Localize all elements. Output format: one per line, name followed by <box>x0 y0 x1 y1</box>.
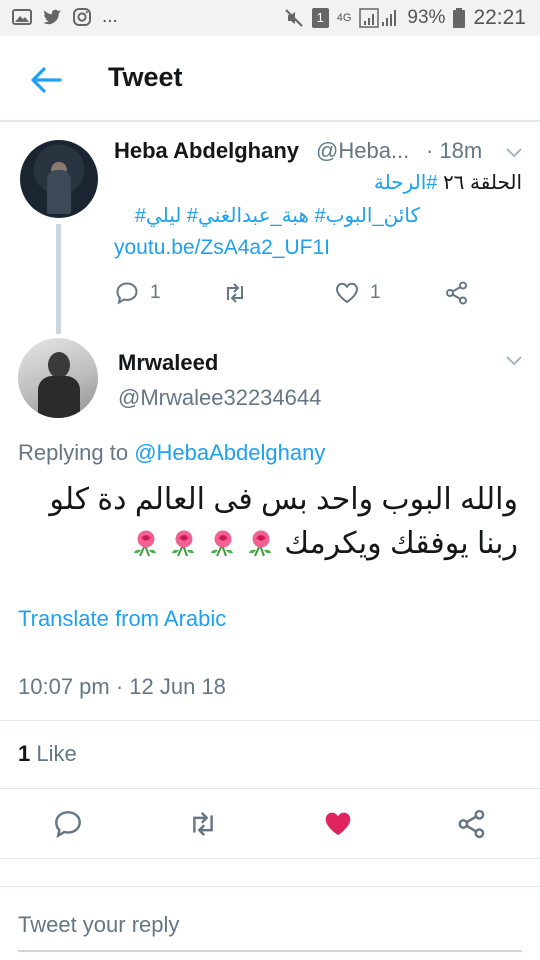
likes-label: Like <box>36 741 77 766</box>
replying-prefix: Replying to <box>18 440 129 465</box>
divider <box>0 788 540 789</box>
divider <box>0 720 540 721</box>
likes-summary[interactable]: 1 Like <box>18 741 77 767</box>
author-handle[interactable]: @Heba... <box>316 138 409 164</box>
share-icon <box>446 281 467 305</box>
likes-count: 1 <box>18 741 31 766</box>
like-count: 1 <box>370 282 381 303</box>
heart-outline-icon <box>335 282 359 304</box>
instagram-icon <box>73 8 91 26</box>
tweet-text-line: الحلقة ٢٦ #الرحلة <box>374 170 522 195</box>
top-app-bar: Tweet <box>0 36 540 122</box>
status-bar: ... 1 4G 93% 22:21 <box>0 0 540 36</box>
rose-emoji-icon <box>248 530 271 557</box>
reply-action[interactable]: 1 <box>114 280 161 306</box>
like-action[interactable]: 1 <box>334 280 381 306</box>
gallery-icon <box>12 9 32 25</box>
reply-input-underline <box>18 950 522 952</box>
retweet-action[interactable] <box>222 280 248 306</box>
share-action[interactable] <box>444 280 470 306</box>
hashtag-line[interactable]: كائن_البوب# هبة_عبدالغني# ليلي# <box>135 203 420 228</box>
chevron-down-icon[interactable] <box>505 147 523 159</box>
signal-icon <box>359 8 397 28</box>
sim-icon: 1 <box>311 8 329 28</box>
replying-to: Replying to @HebaAbdelghany <box>18 440 325 466</box>
retweet-icon <box>227 283 243 303</box>
reply-icon <box>116 282 138 305</box>
author-name[interactable]: Mrwaleed <box>118 350 218 376</box>
clock: 22:21 <box>473 6 526 29</box>
tweet-timestamp: 10:07 pm · 12 Jun 18 <box>18 674 226 699</box>
reply-count: 1 <box>150 282 161 303</box>
hashtag-link[interactable]: #الرحلة <box>374 172 438 194</box>
tweet-text: ربنا يوفقك ويكرمك <box>284 527 518 560</box>
mute-icon <box>285 9 303 27</box>
network-type: 4G <box>336 11 352 24</box>
retweet-icon[interactable] <box>187 808 219 840</box>
tweet-text-line-2: ربنا يوفقك ويكرمك <box>18 522 518 566</box>
status-more-dots: ... <box>102 6 118 27</box>
avatar[interactable] <box>18 338 98 418</box>
reply-icon[interactable] <box>52 808 84 840</box>
thread-connector <box>56 224 61 334</box>
tweet-text-line: والله البوب واحد بس فى العالم دة كلو <box>49 483 518 516</box>
divider <box>0 858 540 859</box>
mention-link[interactable]: @HebaAbdelghany <box>134 440 325 465</box>
chevron-down-icon[interactable] <box>505 355 523 367</box>
tweet-text: الحلقة ٢٦ <box>442 172 522 194</box>
battery-icon <box>453 8 466 28</box>
rose-emoji-icon <box>210 530 233 557</box>
rose-emoji-icon <box>133 530 156 557</box>
author-name[interactable]: Heba Abdelghany <box>114 138 299 164</box>
page-title: Tweet <box>108 62 183 92</box>
twitter-bird-icon <box>43 9 61 25</box>
rose-emoji-icon <box>172 530 195 557</box>
author-handle[interactable]: @Mrwalee32234644 <box>118 385 321 411</box>
back-arrow-icon[interactable] <box>26 60 66 100</box>
tweet-link[interactable]: youtu.be/ZsA4a2_UF1I <box>114 236 330 260</box>
battery-percent: 93% <box>407 7 446 28</box>
avatar[interactable] <box>20 140 98 218</box>
divider <box>0 886 540 887</box>
share-icon[interactable] <box>456 808 488 840</box>
tweet-time: · 18m <box>426 138 483 163</box>
heart-filled-icon[interactable] <box>322 808 354 840</box>
translate-link[interactable]: Translate from Arabic <box>18 606 226 632</box>
reply-input[interactable]: Tweet your reply <box>18 912 179 938</box>
tweet-body: والله البوب واحد بس فى العالم دة كلو ربن… <box>18 478 518 566</box>
